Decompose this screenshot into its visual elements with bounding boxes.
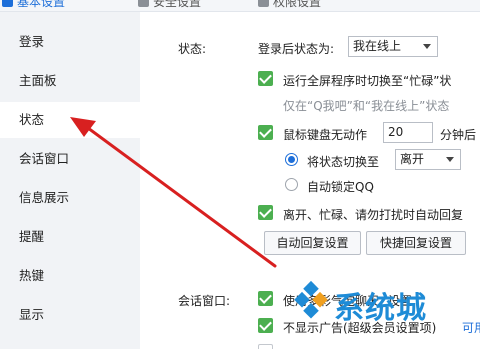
switch-status-value: 离开: [400, 152, 425, 166]
tab-permission-settings[interactable]: 权限设置: [258, 0, 321, 10]
settings-sidebar: 登录 主面板 状态 会话窗口 信息展示 提醒 热键 显示: [0, 12, 140, 349]
watermark-text: 系统城: [334, 291, 427, 326]
colorful-bubble-checkbox[interactable]: [258, 291, 273, 306]
sidebar-item-status[interactable]: 状态: [0, 102, 140, 138]
settings-tab-bar: 基本设置 安全设置 权限设置: [0, 0, 480, 12]
after-login-status-label: 登录后状态为:: [258, 42, 335, 56]
fullscreen-busy-label: 运行全屏程序时切换至“忙碌”状: [283, 74, 452, 88]
auto-lock-label: 自动锁定QQ: [307, 180, 374, 194]
idle-label: 鼠标键盘无动作: [283, 128, 368, 142]
auto-reply-checkbox[interactable]: [258, 205, 273, 220]
switch-status-label: 将状态切换至: [307, 155, 380, 169]
tab-label: 安全设置: [153, 0, 202, 9]
sidebar-item-session-window[interactable]: 会话窗口: [0, 141, 140, 177]
settings-content: 状态: 登录后状态为: 我在线上 运行全屏程序时切换至“忙碌”状 仅在“Q我吧”…: [140, 12, 480, 349]
after-login-status-value: 我在线上: [353, 39, 402, 53]
switch-status-select[interactable]: 离开: [395, 149, 461, 170]
sidebar-item-main-panel[interactable]: 主面板: [0, 63, 140, 99]
hide-ads-available-link[interactable]: 可用: [462, 319, 480, 336]
fullscreen-busy-checkbox[interactable]: [258, 71, 273, 86]
sidebar-item-hotkey[interactable]: 热键: [0, 258, 140, 294]
session-section-label: 会话窗口:: [178, 294, 231, 308]
hide-ads-checkbox[interactable]: [258, 318, 273, 333]
tab-label: 基本设置: [17, 0, 66, 9]
idle-minutes-input[interactable]: 20: [383, 122, 433, 143]
fullscreen-busy-note: 仅在“Q我吧”和“我在线上”状态: [283, 99, 450, 113]
idle-unit-label: 分钟后: [440, 128, 477, 142]
gear-icon: [2, 0, 13, 7]
auto-lock-radio[interactable]: [285, 178, 298, 191]
tab-basic-settings[interactable]: 基本设置: [2, 0, 65, 10]
sidebar-item-info-display[interactable]: 信息展示: [0, 180, 140, 216]
lock-icon: [258, 0, 269, 7]
status-section-label: 状态:: [178, 42, 207, 56]
sidebar-item-login[interactable]: 登录: [0, 24, 140, 60]
tab-security-settings[interactable]: 安全设置: [138, 0, 201, 10]
chevron-down-icon: [423, 44, 431, 49]
after-login-status-select[interactable]: 我在线上: [348, 36, 438, 57]
quick-reply-settings-button[interactable]: 快捷回复设置: [366, 231, 466, 255]
auto-reply-settings-button[interactable]: 自动回复设置: [264, 231, 361, 255]
sidebar-item-display[interactable]: 显示: [0, 297, 140, 333]
tab-label: 权限设置: [273, 0, 322, 9]
shield-icon: [138, 0, 149, 7]
switch-status-radio[interactable]: [285, 153, 298, 166]
chevron-down-icon: [446, 157, 454, 162]
idle-switch-checkbox[interactable]: [258, 125, 273, 140]
sidebar-item-reminder[interactable]: 提醒: [0, 219, 140, 255]
next-option-checkbox[interactable]: [258, 344, 273, 349]
auto-reply-label: 离开、忙碌、请勿打扰时自动回复: [283, 208, 464, 222]
idle-minutes-value: 20: [388, 125, 404, 139]
